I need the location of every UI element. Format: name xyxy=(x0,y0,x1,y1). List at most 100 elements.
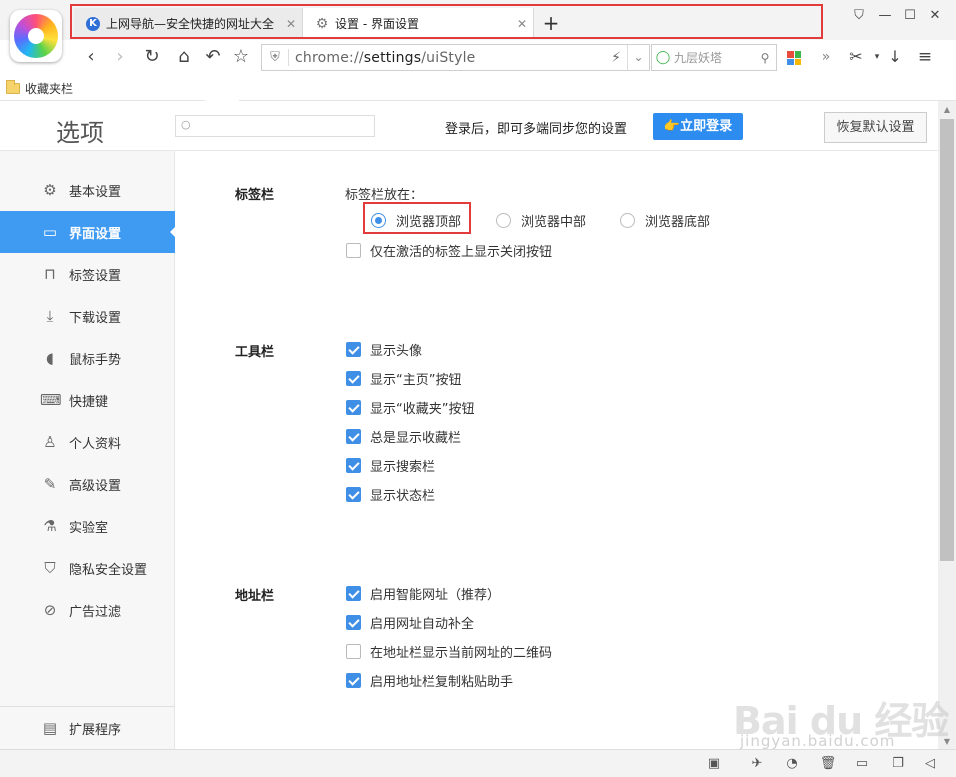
title-bar: K 上网导航—安全快捷的网址大全 ✕ ⚙ 设置 - 界面设置 ✕ + ⛉ — ☐… xyxy=(0,0,956,62)
checkbox[interactable] xyxy=(346,429,361,444)
bookmark-label: 收藏夹栏 xyxy=(25,82,74,96)
scroll-up-icon[interactable]: ▲ xyxy=(938,103,956,117)
checkbox[interactable] xyxy=(346,371,361,386)
scrollbar-thumb[interactable] xyxy=(940,119,954,561)
sidebar-item-advanced[interactable]: ✎ 高级设置 xyxy=(0,463,175,505)
search-icon[interactable]: ⚲ xyxy=(754,51,776,65)
gear-icon: ⚙ xyxy=(315,15,329,32)
skin-icon[interactable]: ⛉ xyxy=(846,4,872,28)
sidebar-item-privacy[interactable]: ⛉ 隐私安全设置 xyxy=(0,547,175,589)
undo-close-icon[interactable]: ↶ xyxy=(200,44,226,70)
section-title-toolbar: 工具栏 xyxy=(235,345,275,360)
checkbox-smart-url[interactable]: 启用智能网址（推荐） xyxy=(346,584,500,603)
menu-icon[interactable]: ≡ xyxy=(912,44,938,70)
block-icon: ⊘ xyxy=(43,601,57,619)
settings-content: 标签栏 标签栏放在： 浏览器顶部 浏览器中部 浏览器底部 仅在激活的标签上显示关… xyxy=(176,151,938,749)
checkbox-always-bookmarks[interactable]: 总是显示收藏栏 xyxy=(346,427,461,446)
apps-icon[interactable] xyxy=(787,51,801,65)
login-button[interactable]: 👉立即登录 xyxy=(653,113,743,140)
checkbox[interactable] xyxy=(346,615,361,630)
address-bar[interactable]: ⛨ chrome://settings/uiStyle ⚡ ⌄ xyxy=(261,44,650,71)
page-title: 选项 xyxy=(56,119,104,147)
sidebar-item-adblock[interactable]: ⊘ 广告过滤 xyxy=(0,589,175,631)
checkbox-show-home[interactable]: 显示“主页”按钮 xyxy=(346,369,461,388)
new-tab-button[interactable]: + xyxy=(538,10,564,36)
search-input[interactable]: 九层妖塔 xyxy=(674,49,754,66)
shield-icon: ⛉ xyxy=(44,559,56,577)
radio-button[interactable] xyxy=(371,213,386,228)
window-icon: ▭ xyxy=(42,223,58,241)
radio-tabbar-top[interactable]: 浏览器顶部 xyxy=(371,211,461,230)
maximize-icon[interactable]: ☐ xyxy=(897,4,923,28)
tab-label: 上网导航—安全快捷的网址大全 xyxy=(106,17,275,31)
address-url[interactable]: chrome://settings/uiStyle xyxy=(295,50,605,66)
checkbox-show-statusbar[interactable]: 显示状态栏 xyxy=(346,485,435,504)
sidebar-item-shortcuts[interactable]: ⌨ 快捷键 xyxy=(0,379,175,421)
back-icon[interactable]: ‹ xyxy=(78,44,104,70)
checkbox-qrcode[interactable]: 在地址栏显示当前网址的二维码 xyxy=(346,642,552,661)
tab-restore-icon[interactable]: ▭ xyxy=(852,755,872,773)
trash-icon[interactable]: 🗑 xyxy=(818,755,838,773)
bookmark-folder[interactable]: 收藏夹栏 xyxy=(6,80,73,97)
star-icon[interactable]: ☆ xyxy=(228,44,254,70)
checkbox-show-favorites[interactable]: 显示“收藏夹”按钮 xyxy=(346,398,474,417)
tab-settings[interactable]: ⚙ 设置 - 界面设置 ✕ xyxy=(302,8,534,39)
forward-icon[interactable]: › xyxy=(107,44,133,70)
sidebar-item-tabs[interactable]: ⊓ 标签设置 xyxy=(0,253,175,295)
scroll-down-icon[interactable]: ▼ xyxy=(938,735,956,749)
tab-navigation[interactable]: K 上网导航—安全快捷的网址大全 ✕ xyxy=(74,8,302,39)
sidebar-item-interface[interactable]: ▭ 界面设置 xyxy=(0,211,176,253)
bookmarks-bar: 收藏夹栏 xyxy=(0,74,956,101)
folder-icon xyxy=(6,80,20,94)
volume-icon[interactable]: ◁ xyxy=(920,755,940,773)
checkbox-paste-helper[interactable]: 启用地址栏复制粘贴助手 xyxy=(346,671,513,690)
minimize-icon[interactable]: — xyxy=(872,4,898,28)
radio-tabbar-middle[interactable]: 浏览器中部 xyxy=(496,211,586,230)
chevron-down-icon[interactable]: ⌄ xyxy=(627,45,649,70)
checkbox[interactable] xyxy=(346,458,361,473)
checkbox-autocomplete[interactable]: 启用网址自动补全 xyxy=(346,613,474,632)
bolt-icon[interactable]: ⚡ xyxy=(605,50,627,66)
radio-button[interactable] xyxy=(620,213,635,228)
close-icon[interactable]: ✕ xyxy=(280,17,302,31)
vertical-scrollbar[interactable]: ▲ ▼ xyxy=(938,101,956,749)
login-tip: 登录后，即可多端同步您的设置 xyxy=(445,122,628,137)
checkbox[interactable] xyxy=(346,586,361,601)
pin-icon[interactable]: ✈ xyxy=(747,755,767,773)
sidebar-item-extensions[interactable]: ▤ 扩展程序 xyxy=(0,707,175,749)
extension-icon: ▤ xyxy=(42,719,58,737)
sidebar-item-mouse-gesture[interactable]: ◖ 鼠标手势 xyxy=(0,337,175,379)
checkbox-show-avatar[interactable]: 显示头像 xyxy=(346,340,422,359)
sidebar-item-download[interactable]: ⤓ 下载设置 xyxy=(0,295,175,337)
checkbox[interactable] xyxy=(346,243,361,258)
radio-button[interactable] xyxy=(496,213,511,228)
download-icon: ⤓ xyxy=(46,307,54,325)
checkbox-show-search[interactable]: 显示搜索栏 xyxy=(346,456,435,475)
toolbar: ‹ › ↻ ⌂ ↶ ☆ ⛨ chrome://settings/uiStyle … xyxy=(0,40,956,74)
search-engine-icon[interactable]: ◯ xyxy=(652,50,674,65)
close-window-icon[interactable]: ✕ xyxy=(922,4,948,28)
checkbox[interactable] xyxy=(346,487,361,502)
flask-icon: ⚗ xyxy=(43,517,57,535)
sidebar-item-basic[interactable]: ⚙ 基本设置 xyxy=(0,169,175,211)
checkbox[interactable] xyxy=(346,644,361,659)
radio-tabbar-bottom[interactable]: 浏览器底部 xyxy=(620,211,710,230)
browser-logo-icon[interactable] xyxy=(10,10,62,62)
checkbox[interactable] xyxy=(346,400,361,415)
checkbox[interactable] xyxy=(346,342,361,357)
speed-icon[interactable]: ◔ xyxy=(782,755,802,773)
reset-defaults-button[interactable]: 恢复默认设置 xyxy=(824,112,927,143)
more-extensions-icon[interactable]: » xyxy=(813,44,839,70)
reload-icon[interactable]: ↻ xyxy=(139,44,165,70)
close-icon[interactable]: ✕ xyxy=(511,17,533,31)
window-icon[interactable]: ❐ xyxy=(888,755,908,773)
checkbox[interactable] xyxy=(346,673,361,688)
search-box[interactable]: ◯ 九层妖塔 ⚲ xyxy=(651,44,777,71)
settings-search-input[interactable]: ○ xyxy=(175,115,375,137)
sidebar-item-lab[interactable]: ⚗ 实验室 xyxy=(0,505,175,547)
download-icon[interactable]: ↓ xyxy=(882,44,908,70)
home-icon[interactable]: ⌂ xyxy=(171,44,197,70)
sidebar-item-profile[interactable]: ♙ 个人资料 xyxy=(0,421,175,463)
image-icon[interactable]: ▣ xyxy=(704,755,724,773)
checkbox-close-only-active[interactable]: 仅在激活的标签上显示关闭按钮 xyxy=(346,241,552,260)
